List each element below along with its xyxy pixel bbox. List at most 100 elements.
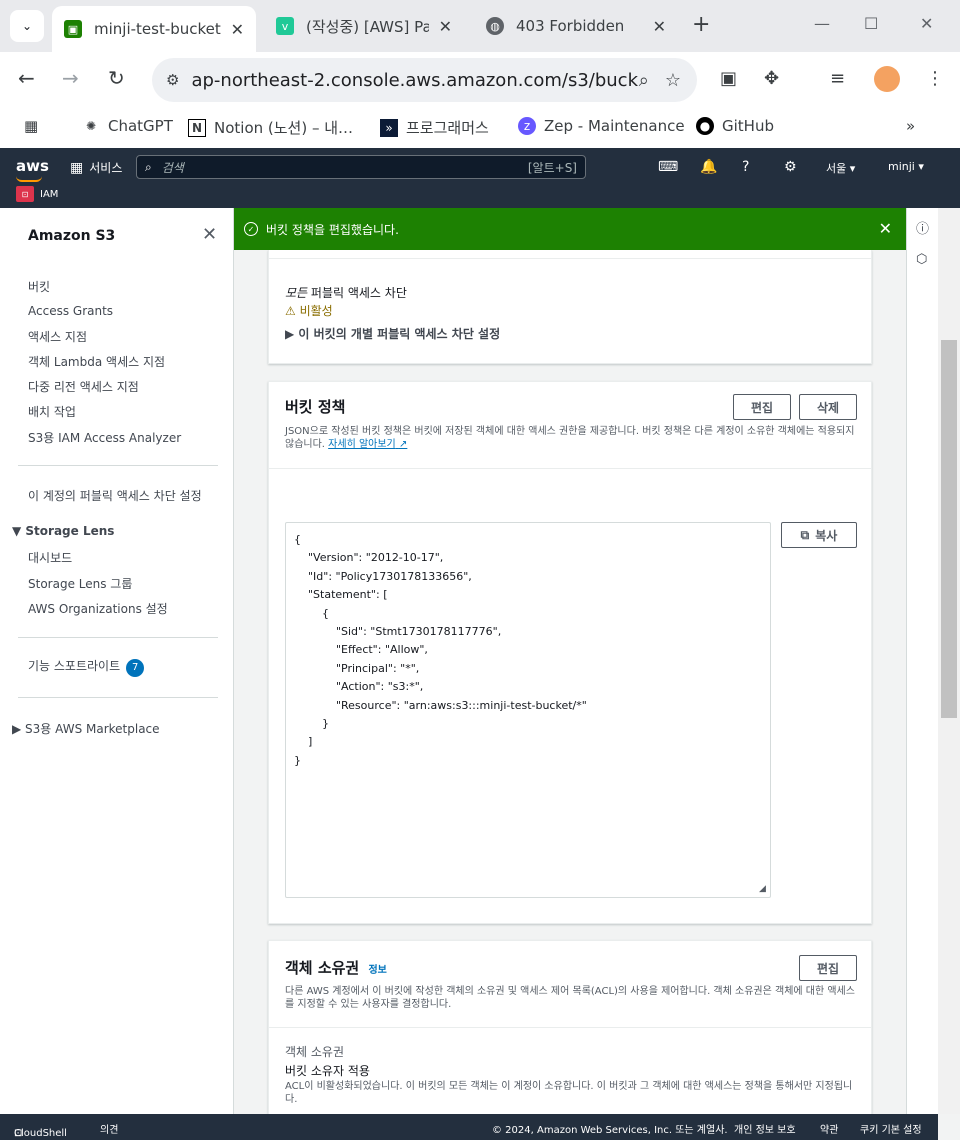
zoom-search-icon[interactable]: ⌕ [639,70,649,91]
sidebar-item-org-settings[interactable]: AWS Organizations 설정 [28,600,168,617]
divider [269,1027,871,1028]
notifications-bell-icon[interactable]: 🔔 [700,159,717,175]
sidebar-item-access-points[interactable]: 액세스 지점 [28,328,87,345]
edit-ownership-button[interactable]: 편집 [799,955,857,981]
console-search-input[interactable]: ⌕ 검색 [알트+S] [136,155,586,179]
sidebar-item-feature-spotlight[interactable]: 기능 스포트라이트 7 [28,657,145,677]
close-icon[interactable]: ✕ [653,17,666,36]
bucket-policy-panel: 버킷 정책 편집 삭제 JSON으로 작성된 버킷 정책은 버킷에 저장된 객체… [268,381,872,924]
info-icon[interactable]: ⓘ [916,218,929,237]
site-settings-icon[interactable]: ⚙ [166,71,179,89]
bookmark-chatgpt[interactable]: ✺ ChatGPT [82,117,173,135]
public-access-panel: 모든 퍼블릭 액세스 차단 ⚠ 비활성 ▶ 이 버킷의 개별 퍼블릭 액세스 차… [268,250,872,364]
bookmarks-bar: ▦ ✺ ChatGPT N Notion (노션) – 내… » 프로그래머스 z Ze… [0,108,960,148]
apps-grid-icon[interactable]: ▦ [24,117,38,135]
new-tab-plus-icon[interactable]: + [692,12,710,37]
more-menu-icon[interactable]: ⋮ [926,68,944,89]
sidebar-item-object-lambda[interactable]: 객체 Lambda 액세스 지점 [28,353,165,370]
bookmark-notion[interactable]: N Notion (노션) – 내… [188,117,353,138]
learn-more-link[interactable]: 자세히 알아보기 ↗ [328,439,407,450]
bookmark-star-icon[interactable]: ☆ [665,70,681,91]
browser-tab-strip: ⌄ ▣ minji-test-bucket - ✕ v (작성중) [AWS] … [0,0,960,52]
cookie-preferences-link[interactable]: 쿠키 기본 설정 [860,1121,922,1136]
divider [269,258,871,259]
back-arrow-icon[interactable]: ← [18,66,35,90]
puzzle-extensions-icon[interactable]: ✥ [764,68,779,89]
url-text: ap-northeast-2.console.aws.amazon.com/s3… [191,69,639,91]
sidebar-item-access-grants[interactable]: Access Grants [28,304,113,318]
right-tools-rail: ⓘ ⬡ [906,208,938,1114]
media-queue-icon[interactable]: ≡ [830,68,845,89]
tab-title: (작성중) [AWS] Pa [306,17,429,36]
cloudshell-icon[interactable]: ⌨ [658,159,678,175]
sidebar-item-multi-region[interactable]: 다중 리전 액세스 지점 [28,378,139,395]
edit-policy-button[interactable]: 편집 [733,394,791,420]
browser-toolbar: ← → ↻ ⚙ ap-northeast-2.console.aws.amazo… [0,52,960,108]
aws-logo[interactable]: aws [16,157,49,175]
tab-forbidden[interactable]: ◍ 403 Forbidden ✕ [474,6,678,46]
settings-gear-icon[interactable]: ⚙ [784,159,797,175]
ownership-value: 버킷 소유자 적용 [285,1064,370,1078]
resize-handle-icon[interactable]: ◢ [759,884,869,921]
delete-policy-button[interactable]: 삭제 [799,394,857,420]
search-icon: ⌕ [145,159,152,174]
sidebar-divider [18,637,218,638]
copy-button[interactable]: ⧉ 복사 [781,522,857,548]
account-menu[interactable]: minji ▾ [888,160,924,173]
sidebar-item-marketplace[interactable]: ▶ S3용 AWS Marketplace [12,720,160,737]
sidebar-divider [18,465,218,466]
hexagon-icon[interactable]: ⬡ [916,252,927,267]
tab-s3-bucket[interactable]: ▣ minji-test-bucket - ✕ [52,6,256,52]
services-menu-button[interactable]: ▦ 서비스 [70,159,122,176]
favorite-iam-link[interactable]: IAM [40,189,58,200]
region-selector[interactable]: 서울 ▾ [826,160,855,176]
profile-avatar[interactable] [874,66,900,92]
sidebar-divider [18,697,218,698]
storage-lens-section[interactable]: ▼ Storage Lens [12,524,114,538]
search-shortcut: [알트+S] [527,160,577,175]
sidebar-item-lens-groups[interactable]: Storage Lens 그룹 [28,575,132,592]
privacy-link[interactable]: 개인 정보 보호 [734,1121,796,1136]
success-check-icon: ✓ [244,222,258,236]
terms-link[interactable]: 약관 [820,1121,838,1136]
bookmark-github[interactable]: ● GitHub [696,117,774,135]
minimize-icon[interactable]: — [814,14,830,33]
individual-block-settings-toggle[interactable]: ▶ 이 버킷의 개별 퍼블릭 액세스 차단 설정 [285,325,500,342]
close-icon[interactable]: ✕ [231,20,244,39]
window-close-icon[interactable]: ✕ [920,14,933,33]
address-bar[interactable]: ⚙ ap-northeast-2.console.aws.amazon.com/… [152,58,697,102]
panel-title: 버킷 정책 [285,398,346,416]
more-bookmarks-icon[interactable]: » [906,117,915,135]
help-icon[interactable]: ? [742,159,749,175]
sidebar-item-batch-ops[interactable]: 배치 작업 [28,403,76,420]
reload-icon[interactable]: ↻ [108,66,125,90]
close-icon[interactable]: ✕ [202,224,217,245]
tab-search-button[interactable]: ⌄ [10,10,44,42]
tab-title: 403 Forbidden [516,17,625,35]
flash-message: 버킷 정책을 편집했습니다. [266,222,399,237]
close-icon[interactable]: ✕ [879,219,892,238]
aws-smile-icon [16,176,42,182]
policy-json-viewer[interactable]: { "Version": "2012-10-17", "Id": "Policy… [285,522,771,898]
aws-console-header: aws ▦ 서비스 ⌕ 검색 [알트+S] ⌨ 🔔 ? ⚙ 서울 ▾ minji … [0,148,960,208]
tab-velog[interactable]: v (작성중) [AWS] Pa ✕ [264,6,464,46]
warning-icon: ⚠ [285,304,300,318]
sidebar-item-dashboards[interactable]: 대시보드 [28,549,72,566]
status-off: ⚠ 비활성 [285,304,333,318]
sidebar-item-buckets[interactable]: 버킷 [28,278,50,295]
info-link[interactable]: 정보 [368,965,386,976]
feedback-link[interactable]: 의견 [100,1121,118,1136]
forward-arrow-icon[interactable]: → [62,66,79,90]
close-icon[interactable]: ✕ [439,17,452,36]
maximize-icon[interactable]: ☐ [864,14,878,33]
divider [269,468,871,469]
sidebar-item-public-block[interactable]: 이 계정의 퍼블릭 액세스 차단 설정 [28,487,202,504]
extension-tab-icon[interactable]: ▣ [720,68,737,89]
chevron-down-icon: ⌄ [21,19,33,33]
page-scrollbar[interactable] [938,208,960,1114]
bookmark-programmers[interactable]: » 프로그래머스 [380,117,489,138]
panel-description: 다른 AWS 계정에서 이 버킷에 작성한 객체의 소유권 및 액세스 제어 목… [285,986,855,1010]
scrollbar-thumb[interactable] [941,340,957,718]
bookmark-zep[interactable]: z Zep - Maintenance [518,117,685,135]
sidebar-item-iam-analyzer[interactable]: S3용 IAM Access Analyzer [28,429,181,446]
